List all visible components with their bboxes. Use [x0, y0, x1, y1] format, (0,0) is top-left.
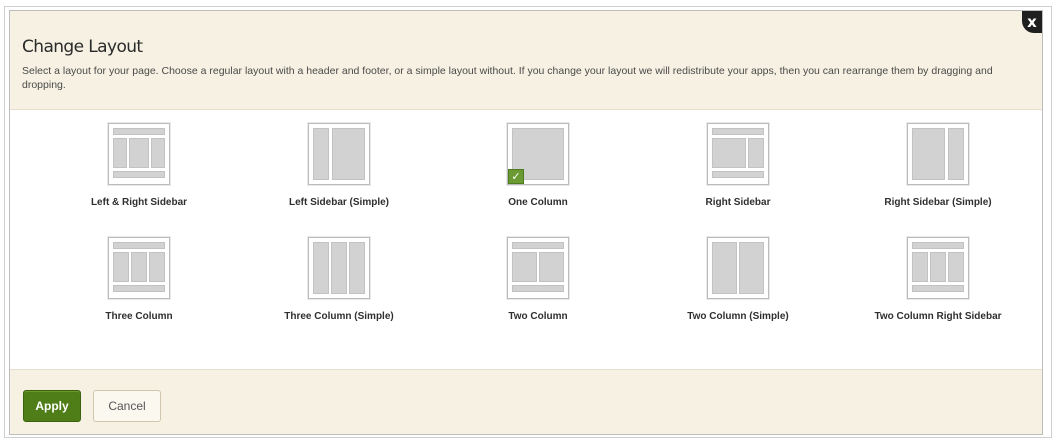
layout-option-label: Two Column (Simple): [687, 311, 789, 322]
layout-option-label: Left & Right Sidebar: [90, 197, 188, 208]
layout-option-label: Left Sidebar (Simple): [288, 197, 389, 208]
dialog-title: Change Layout: [22, 37, 143, 57]
cancel-button[interactable]: Cancel: [93, 390, 161, 422]
layout-right-sidebar-icon: [707, 123, 769, 185]
layout-option-label: One Column: [508, 197, 568, 208]
dialog-description: Select a layout for your page. Choose a …: [22, 65, 993, 91]
layout-left-sidebar-simple-icon: [308, 123, 370, 185]
layout-right-sidebar-simple-icon: [907, 123, 969, 185]
dialog-footer: Apply Cancel: [10, 369, 1042, 434]
layout-option-label: Two Column: [508, 311, 568, 322]
layout-option-two-column-right-sidebar[interactable]: Two Column Right Sidebar: [858, 237, 1018, 322]
layout-option-left-sidebar-simple[interactable]: Left Sidebar (Simple): [259, 123, 419, 208]
layout-option-two-column-simple[interactable]: Two Column (Simple): [658, 237, 818, 322]
layout-two-column-simple-icon: [707, 237, 769, 299]
selected-check-icon: ✓: [508, 169, 524, 184]
layout-option-label: Right Sidebar: [705, 197, 771, 208]
layout-option-right-sidebar-simple[interactable]: Right Sidebar (Simple): [858, 123, 1018, 208]
layout-option-one-column[interactable]: ✓ One Column: [458, 123, 618, 208]
layout-option-label: Three Column: [105, 311, 173, 322]
apply-button[interactable]: Apply: [23, 390, 81, 422]
layout-option-label: Two Column Right Sidebar: [874, 311, 1002, 322]
layout-option-left-right-sidebar[interactable]: Left & Right Sidebar: [59, 123, 219, 208]
layout-three-column-icon: [108, 237, 170, 299]
layout-option-right-sidebar[interactable]: Right Sidebar: [658, 123, 818, 208]
dialog-header: Change Layout Select a layout for your p…: [10, 11, 1042, 110]
layout-option-label: Right Sidebar (Simple): [884, 197, 992, 208]
layout-option-label: Three Column (Simple): [284, 311, 394, 322]
layout-two-column-icon: [507, 237, 569, 299]
change-layout-dialog: Change Layout Select a layout for your p…: [9, 10, 1043, 435]
layout-left-right-sidebar-icon: [108, 123, 170, 185]
layout-one-column-icon: ✓: [507, 123, 569, 185]
layout-option-three-column[interactable]: Three Column: [59, 237, 219, 322]
layout-two-column-right-sidebar-icon: [907, 237, 969, 299]
layout-option-three-column-simple[interactable]: Three Column (Simple): [259, 237, 419, 322]
close-icon[interactable]: x: [1022, 11, 1042, 33]
layout-three-column-simple-icon: [308, 237, 370, 299]
layout-option-two-column[interactable]: Two Column: [458, 237, 618, 322]
